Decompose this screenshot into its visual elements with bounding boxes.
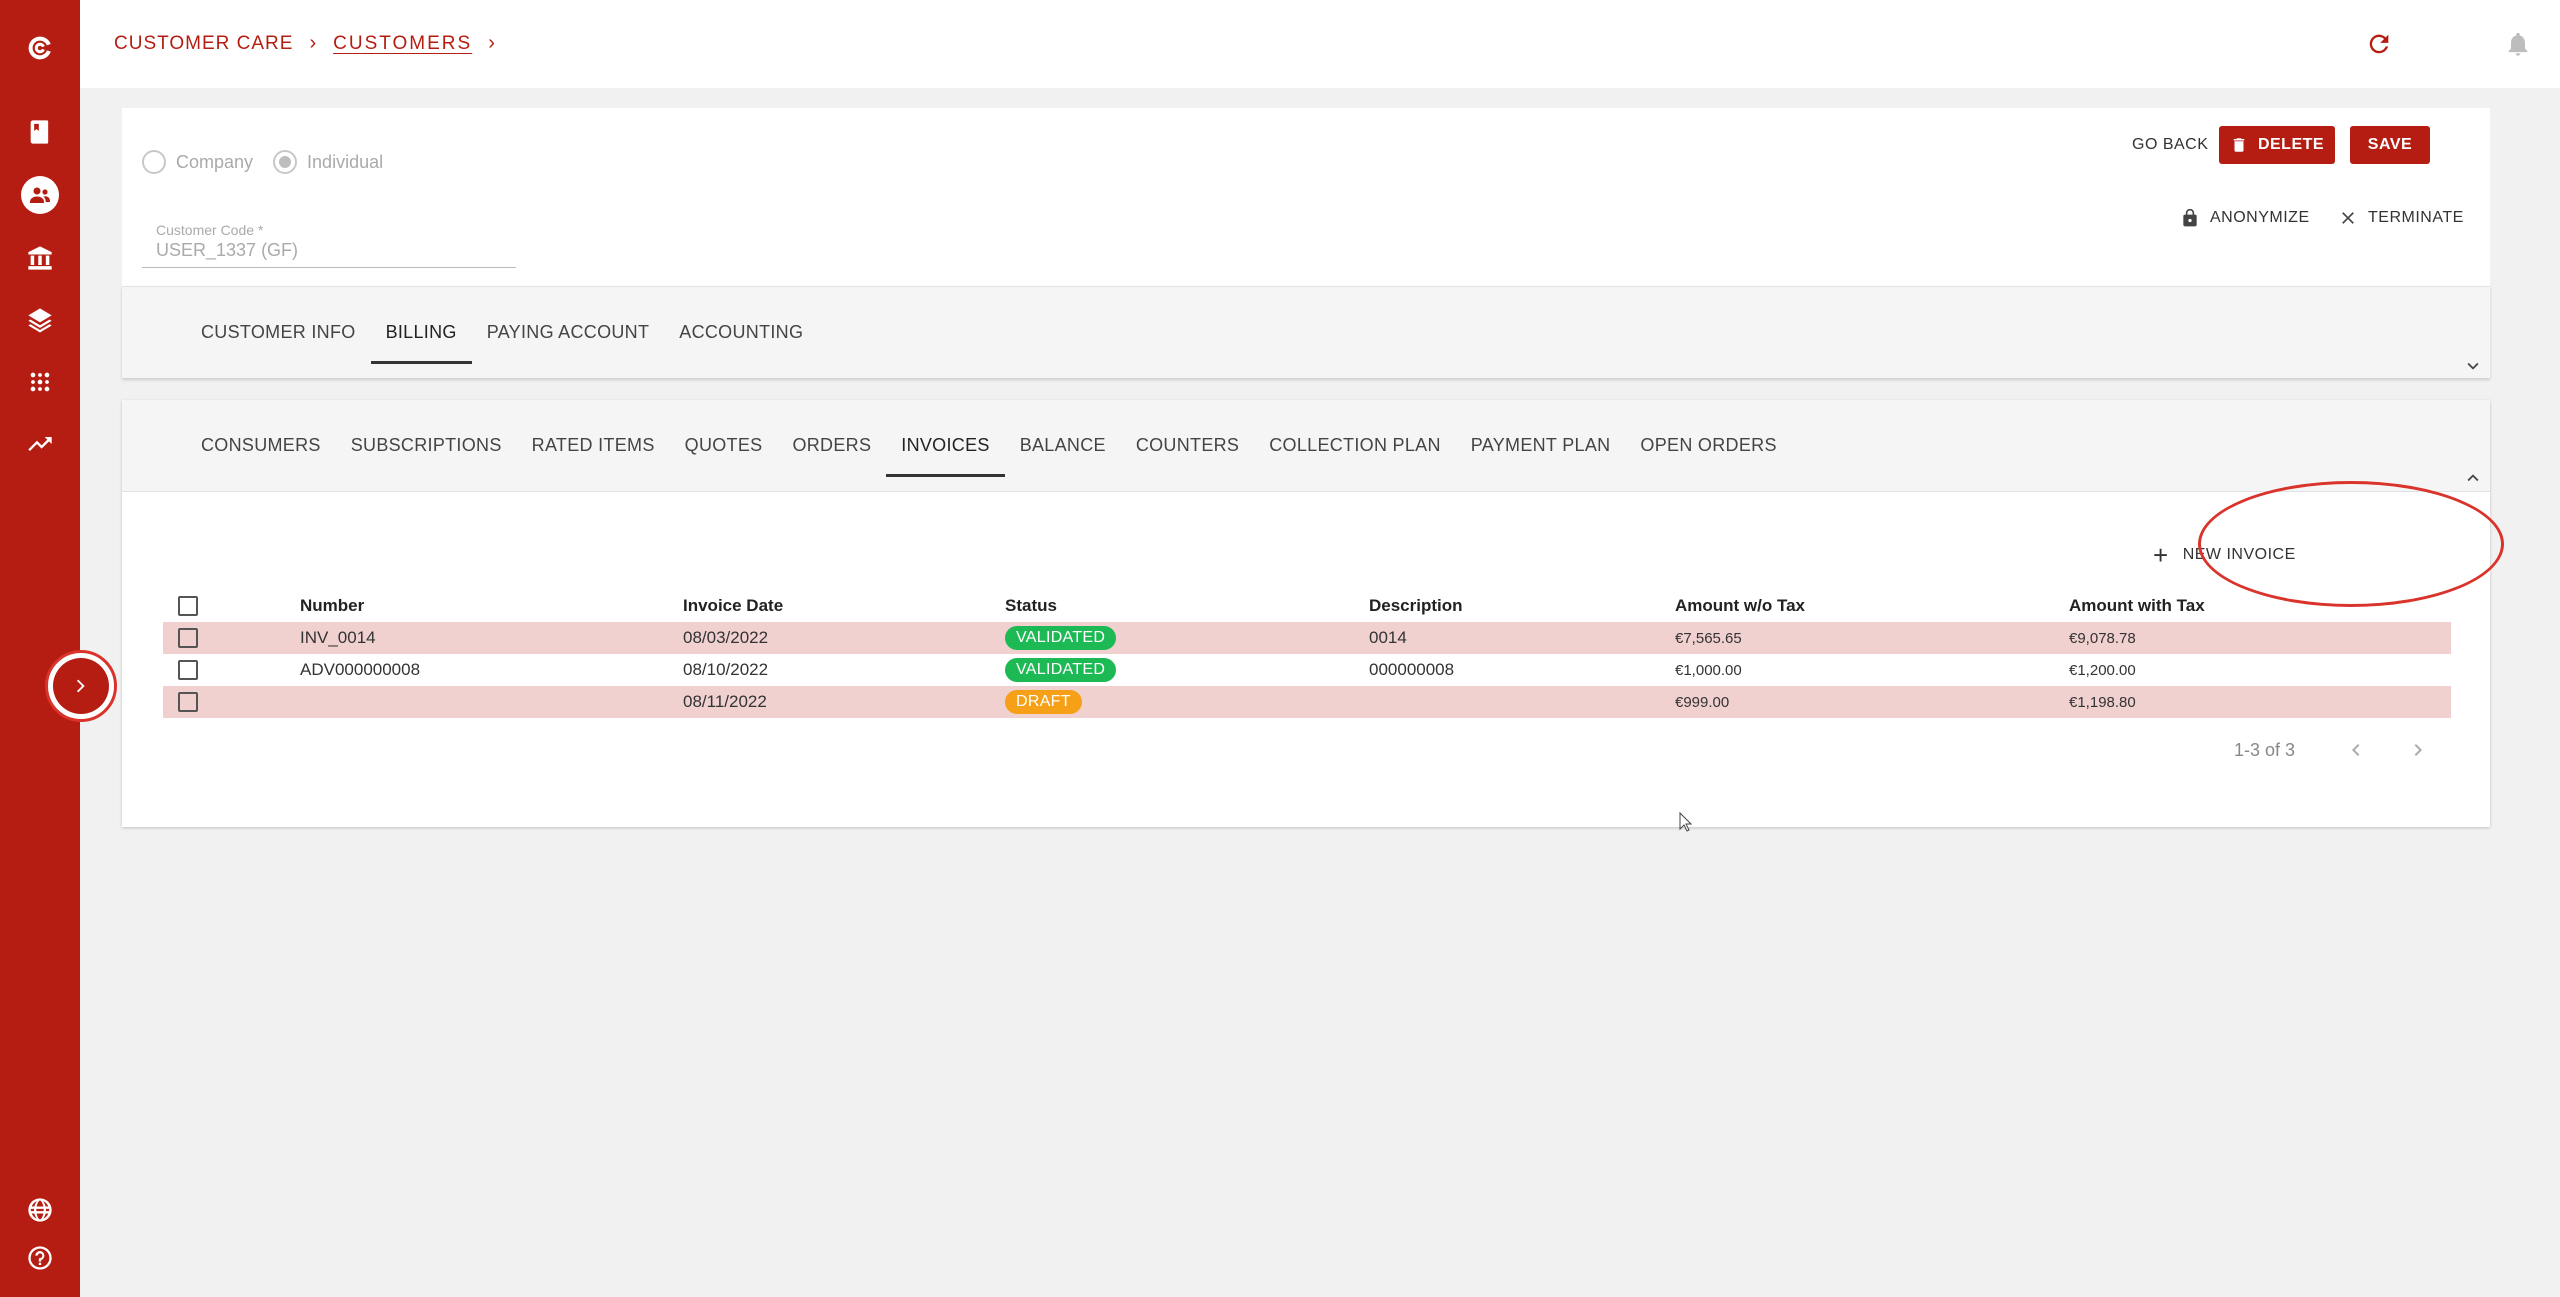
column-status[interactable]: Status (1005, 590, 1057, 622)
chevron-down-icon[interactable] (2462, 355, 2484, 377)
customers-icon[interactable] (21, 176, 59, 214)
apps-icon[interactable] (20, 362, 60, 402)
prev-page-button[interactable] (2344, 738, 2368, 762)
radio-individual-label: Individual (307, 151, 384, 172)
status-badge: DRAFT (1005, 690, 1082, 714)
customer-code-field[interactable]: Customer Code * USER_1337 (GF) (142, 214, 516, 268)
delete-label: DELETE (2257, 136, 2325, 153)
customer-code-value: USER_1337 (GF) (156, 240, 299, 260)
table-row[interactable]: ADV000000008 08/10/2022 VALIDATED 000000… (163, 654, 2451, 686)
amount-net: €7,565.65 (1675, 629, 1742, 647)
tab-customer-info[interactable]: CUSTOMER INFO (186, 287, 371, 378)
radio-company[interactable] (142, 150, 166, 174)
chevron-up-icon[interactable] (2462, 467, 2484, 489)
row-checkbox[interactable] (178, 654, 198, 686)
pagination-label: 1-3 of 3 (2234, 740, 2296, 760)
tab-open-orders[interactable]: OPEN ORDERS (1625, 400, 1791, 491)
expand-sidebar-button[interactable] (45, 650, 117, 722)
top-header: CUSTOMER CARE › CUSTOMERS › (80, 0, 2560, 88)
column-number[interactable]: Number (300, 590, 364, 622)
billing-tabs: CONSUMERS SUBSCRIPTIONS RATED ITEMS QUOT… (122, 400, 2490, 492)
next-page-button[interactable] (2406, 738, 2430, 762)
status-badge: VALIDATED (1005, 626, 1117, 650)
bank-icon[interactable] (20, 238, 60, 278)
save-label: SAVE (2367, 136, 2413, 153)
anonymize-button[interactable]: ANONYMIZE (2180, 208, 2310, 228)
breadcrumb-root[interactable]: CUSTOMER CARE (114, 33, 293, 55)
terminate-button[interactable]: TERMINATE (2338, 208, 2464, 228)
chevron-left-icon (2352, 744, 2360, 756)
table-row[interactable]: INV_0014 08/03/2022 VALIDATED 0014 €7,56… (163, 622, 2451, 654)
tab-subscriptions[interactable]: SUBSCRIPTIONS (336, 400, 517, 491)
breadcrumb-current[interactable]: CUSTOMERS (333, 33, 472, 55)
status-badge: VALIDATED (1005, 658, 1117, 682)
sidebar (0, 0, 80, 1297)
tab-billing[interactable]: BILLING (370, 287, 472, 378)
chevron-right-icon: › (309, 32, 318, 54)
radio-company-label: Company (176, 151, 254, 172)
radio-individual[interactable] (273, 150, 298, 174)
row-checkbox[interactable] (178, 622, 198, 654)
tab-orders[interactable]: ORDERS (777, 400, 886, 491)
table-header: Number Invoice Date Status Description A… (163, 590, 2451, 622)
help-icon[interactable] (20, 1238, 60, 1278)
anonymize-label: ANONYMIZE (2210, 209, 2310, 226)
tab-accounting[interactable]: ACCOUNTING (664, 287, 818, 378)
language-icon[interactable] (20, 1190, 60, 1230)
tab-invoices[interactable]: INVOICES (886, 400, 1006, 491)
invoice-date: 08/10/2022 (683, 660, 769, 679)
invoice-description: 000000008 (1369, 660, 1455, 679)
invoice-date: 08/11/2022 (683, 692, 767, 711)
invoices-table: Number Invoice Date Status Description A… (163, 590, 2451, 718)
customer-code-label: Customer Code * (156, 222, 264, 238)
column-amount-gross[interactable]: Amount with Tax (2069, 590, 2205, 622)
invoice-number: INV_0014 (300, 628, 376, 647)
invoice-number: ADV000000008 (300, 660, 421, 679)
customer-type-group: Company Individual (142, 150, 383, 174)
tab-rated-items[interactable]: RATED ITEMS (517, 400, 670, 491)
column-description[interactable]: Description (1369, 590, 1463, 622)
chevron-right-icon (76, 679, 85, 693)
breadcrumb: CUSTOMER CARE › CUSTOMERS › (114, 32, 512, 55)
tab-balance[interactable]: BALANCE (1005, 400, 1121, 491)
tab-quotes[interactable]: QUOTES (670, 400, 778, 491)
refresh-icon[interactable] (2365, 30, 2393, 58)
tab-paying-account[interactable]: PAYING ACCOUNT (472, 287, 665, 378)
select-all-checkbox[interactable] (178, 590, 198, 622)
trending-icon[interactable] (20, 424, 60, 464)
tab-payment-plan[interactable]: PAYMENT PLAN (1456, 400, 1626, 491)
amount-net: €999.00 (1675, 693, 1730, 711)
book-icon[interactable] (20, 112, 60, 152)
amount-gross: €1,200.00 (2069, 661, 2136, 679)
go-back-button[interactable]: GO BACK (2132, 136, 2208, 154)
tab-collection-plan[interactable]: COLLECTION PLAN (1254, 400, 1456, 491)
save-button[interactable]: SAVE (2350, 126, 2430, 164)
terminate-label: TERMINATE (2368, 209, 2464, 226)
chevron-right-icon (2414, 744, 2422, 756)
row-checkbox[interactable] (178, 686, 198, 718)
close-icon (2342, 212, 2354, 224)
trash-icon (2233, 138, 2245, 152)
highlight-annotation (2198, 481, 2504, 607)
bell-icon[interactable] (2504, 30, 2532, 58)
chevron-right-icon: › (488, 32, 496, 54)
column-amount-net[interactable]: Amount w/o Tax (1675, 590, 1805, 622)
invoice-date: 08/03/2022 (683, 628, 769, 647)
amount-gross: €9,078.78 (2069, 629, 2136, 647)
tab-counters[interactable]: COUNTERS (1121, 400, 1254, 491)
tab-consumers[interactable]: CONSUMERS (186, 400, 336, 491)
logo-icon[interactable] (20, 28, 60, 68)
main-tabs: CUSTOMER INFO BILLING PAYING ACCOUNT ACC… (122, 286, 2490, 378)
invoice-description: 0014 (1369, 628, 1407, 647)
amount-net: €1,000.00 (1675, 661, 1742, 679)
lock-icon (2183, 208, 2197, 227)
table-row[interactable]: 08/11/2022 DRAFT €999.00 €1,198.80 (163, 686, 2451, 718)
customer-header-card: Company Individual Customer Code * USER_… (122, 108, 2490, 286)
layers-icon[interactable] (20, 300, 60, 340)
delete-button[interactable]: DELETE (2219, 126, 2335, 164)
amount-gross: €1,198.80 (2069, 693, 2136, 711)
column-invoice-date[interactable]: Invoice Date (683, 590, 783, 622)
mouse-cursor-icon (1679, 812, 1693, 832)
plus-icon: + (2153, 540, 2169, 570)
